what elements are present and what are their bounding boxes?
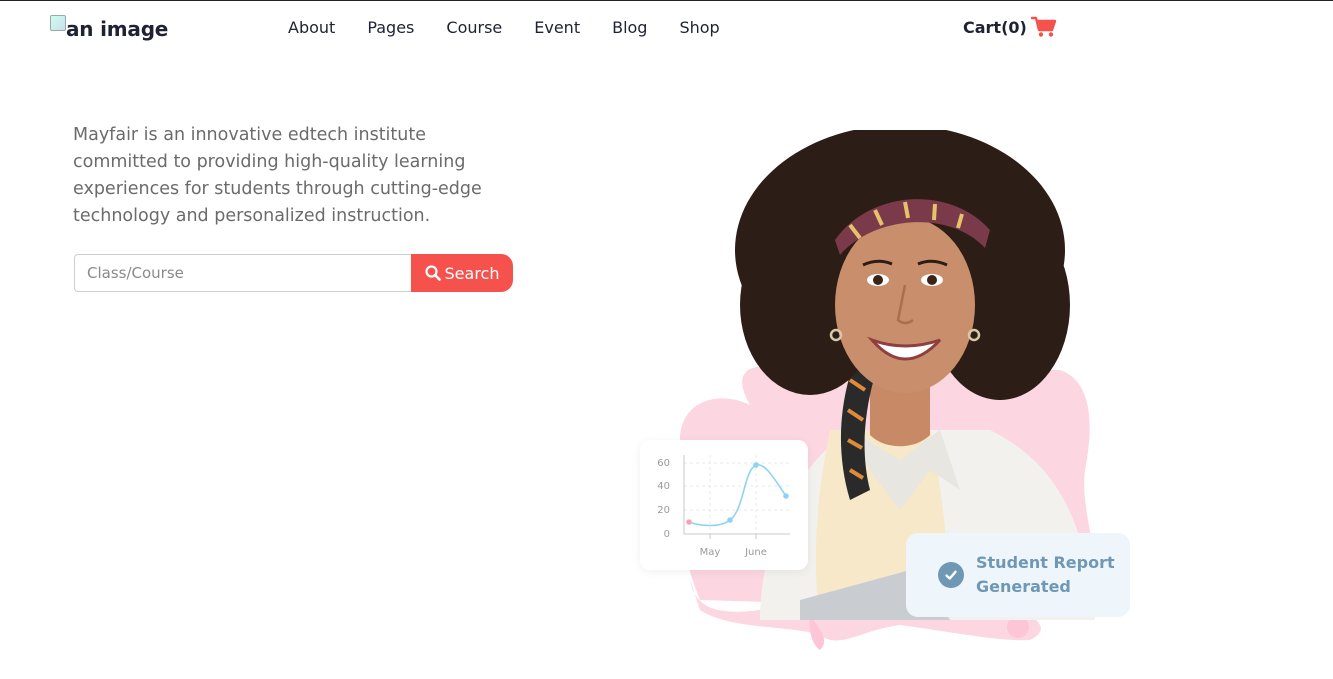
x-tick-may: May bbox=[700, 547, 721, 558]
cart-link[interactable]: Cart(0) bbox=[963, 16, 1057, 38]
nav-event[interactable]: Event bbox=[534, 18, 580, 37]
y-tick-60: 60 bbox=[657, 458, 670, 469]
site-logo[interactable]: an image bbox=[50, 15, 168, 43]
chart-point bbox=[783, 493, 789, 499]
course-search-input[interactable] bbox=[74, 254, 411, 292]
y-tick-20: 20 bbox=[657, 505, 670, 516]
site-header: an image About Pages Course Event Blog S… bbox=[0, 0, 1333, 60]
search-button[interactable]: Search bbox=[411, 254, 513, 292]
stats-chart-card: May June 60 40 20 0 bbox=[640, 440, 808, 570]
course-search-form: Search bbox=[74, 254, 513, 292]
hero-description: Mayfair is an innovative edtech institut… bbox=[73, 125, 482, 226]
nav-pages[interactable]: Pages bbox=[367, 18, 414, 37]
nav-about[interactable]: About bbox=[288, 18, 335, 37]
broken-image-icon bbox=[50, 15, 66, 31]
chart-point bbox=[753, 462, 759, 468]
main-nav: About Pages Course Event Blog Shop bbox=[288, 18, 752, 37]
cart-label: Cart(0) bbox=[963, 17, 1027, 37]
chart-series-line bbox=[688, 464, 787, 527]
chart-point bbox=[686, 519, 692, 525]
check-circle-icon bbox=[938, 562, 964, 588]
nav-blog[interactable]: Blog bbox=[612, 18, 647, 37]
nav-shop[interactable]: Shop bbox=[679, 18, 719, 37]
shopping-cart-icon bbox=[1030, 16, 1057, 37]
chart-point bbox=[727, 517, 733, 523]
nav-course[interactable]: Course bbox=[446, 18, 502, 37]
x-tick-june: June bbox=[744, 547, 767, 558]
student-report-card: Student Report Generated bbox=[906, 533, 1130, 617]
mini-line-chart: May June 60 40 20 0 bbox=[657, 455, 790, 558]
search-icon bbox=[424, 265, 441, 281]
y-tick-40: 40 bbox=[657, 481, 670, 492]
search-button-label: Search bbox=[444, 263, 500, 283]
report-status-text: Student Report Generated bbox=[976, 553, 1115, 596]
y-tick-0: 0 bbox=[664, 529, 670, 540]
logo-alt-text: an image bbox=[66, 17, 169, 41]
